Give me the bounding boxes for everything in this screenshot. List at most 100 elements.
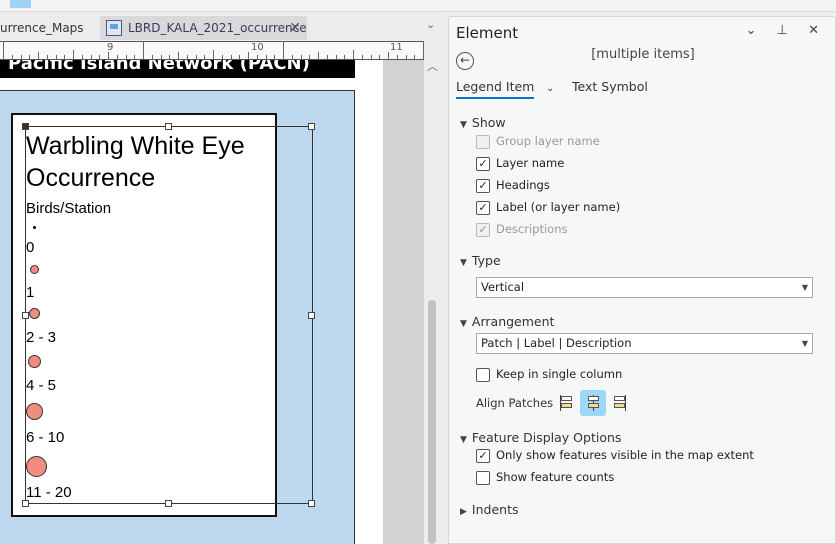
checkbox[interactable] bbox=[476, 368, 490, 382]
section-feature-display-options[interactable]: ▼ Feature Display Options bbox=[460, 430, 621, 445]
chevron-right-icon: ▶ bbox=[460, 507, 467, 517]
checkbox[interactable]: ✓ bbox=[476, 157, 490, 171]
resize-handle[interactable] bbox=[22, 123, 29, 130]
tab-occurrence-maps[interactable]: urrence_Maps bbox=[0, 16, 96, 40]
resize-handle[interactable] bbox=[308, 123, 315, 130]
checkbox-label: Show feature counts bbox=[496, 470, 615, 484]
checkbox-label: Headings bbox=[496, 178, 550, 192]
section-type[interactable]: ▼ Type bbox=[460, 253, 501, 268]
ruler-label: 10 bbox=[251, 42, 264, 53]
ruler-tick bbox=[151, 55, 153, 59]
checkbox-feature-counts[interactable]: Show feature counts bbox=[476, 470, 614, 486]
checkbox-group-layer-name[interactable]: Group layer name bbox=[476, 134, 600, 150]
selection-subtitle: [multiple items] bbox=[591, 47, 695, 62]
chevron-down-icon: ▼ bbox=[460, 435, 467, 445]
ruler-tick bbox=[370, 55, 372, 59]
ruler-tick bbox=[265, 55, 267, 59]
tab-list-chevron-down-icon[interactable]: ⌄ bbox=[426, 18, 435, 31]
chevron-down-icon: ▼ bbox=[801, 339, 808, 348]
scrollbar-thumb[interactable] bbox=[428, 300, 436, 544]
pane-title: Element bbox=[456, 24, 519, 42]
horizontal-ruler: 9 10 11 bbox=[0, 41, 424, 60]
checkbox[interactable] bbox=[476, 135, 490, 149]
ruler-tick bbox=[274, 55, 276, 59]
resize-handle[interactable] bbox=[165, 123, 172, 130]
ruler-tick bbox=[283, 41, 284, 59]
ruler-tick bbox=[134, 55, 136, 59]
ruler-tick bbox=[239, 55, 241, 59]
type-dropdown[interactable]: Vertical ▼ bbox=[476, 277, 813, 298]
back-arrow-icon[interactable]: ← bbox=[456, 52, 474, 70]
section-label: Arrangement bbox=[471, 314, 555, 329]
ruler-tick bbox=[213, 50, 214, 59]
dropdown-value: Patch | Label | Description bbox=[481, 336, 632, 350]
vertical-scrollbar[interactable]: ︿ bbox=[424, 60, 440, 544]
arrangement-dropdown[interactable]: Patch | Label | Description ▼ bbox=[476, 333, 813, 354]
ruler-tick bbox=[326, 55, 328, 59]
ruler-tick bbox=[248, 52, 249, 59]
toolbar-button[interactable] bbox=[10, 0, 31, 8]
checkbox-label: Layer name bbox=[496, 156, 565, 170]
resize-handle[interactable] bbox=[308, 500, 315, 507]
checkbox-label: Label (or layer name) bbox=[496, 200, 621, 214]
section-label: Indents bbox=[471, 502, 519, 517]
section-indents[interactable]: ▶ Indents bbox=[460, 502, 519, 517]
ruler-tick bbox=[116, 55, 118, 59]
checkbox-descriptions[interactable]: ✓ Descriptions bbox=[476, 222, 568, 238]
ruler-tick bbox=[64, 55, 66, 59]
checkbox[interactable]: ✓ bbox=[476, 201, 490, 215]
tab-label: LBRD_KALA_2021_occurrence bbox=[128, 21, 307, 35]
ruler-tick bbox=[125, 55, 127, 59]
ruler-tick bbox=[29, 55, 31, 59]
tab-legend-item[interactable]: Legend Item bbox=[456, 79, 535, 99]
checkbox-label: Only show features visible in the map ex… bbox=[496, 448, 754, 462]
tab-lbrd-kala-layout[interactable]: LBRD_KALA_2021_occurrence ✕ bbox=[100, 16, 307, 40]
ruler-tick bbox=[11, 55, 13, 59]
tab-dropdown-chevron-down-icon[interactable]: ⌄ bbox=[546, 83, 554, 94]
pane-controls[interactable]: ⌄ ⊥ ✕ bbox=[746, 23, 827, 38]
tab-label: urrence_Maps bbox=[0, 21, 84, 35]
ruler-tick bbox=[379, 55, 381, 59]
ruler-tick bbox=[20, 55, 22, 59]
checkbox-layer-name[interactable]: ✓ Layer name bbox=[476, 156, 564, 172]
tab-text-symbol[interactable]: Text Symbol bbox=[572, 79, 648, 94]
checkbox[interactable] bbox=[476, 471, 490, 485]
banner-text: Pacific Island Network (PACN) bbox=[8, 60, 310, 74]
checkbox[interactable]: ✓ bbox=[476, 223, 490, 237]
chevron-down-icon: ▼ bbox=[460, 258, 467, 268]
dropdown-value: Vertical bbox=[481, 280, 525, 294]
checkbox[interactable]: ✓ bbox=[476, 449, 490, 463]
ruler-tick bbox=[3, 41, 4, 59]
section-show[interactable]: ▼ Show bbox=[460, 115, 506, 130]
ruler-tick bbox=[318, 52, 319, 59]
layout-banner[interactable]: Pacific Island Network (PACN) bbox=[0, 60, 355, 78]
ruler-tick bbox=[414, 55, 416, 59]
checkbox[interactable]: ✓ bbox=[476, 179, 490, 193]
ruler-tick bbox=[300, 55, 302, 59]
resize-handle[interactable] bbox=[308, 312, 315, 319]
ruler-tick bbox=[73, 50, 74, 59]
ruler-tick bbox=[388, 52, 389, 59]
section-label: Show bbox=[471, 115, 506, 130]
resize-handle[interactable] bbox=[165, 500, 172, 507]
close-icon[interactable]: ✕ bbox=[289, 16, 301, 40]
ruler-tick bbox=[361, 55, 363, 59]
checkbox-label: Group layer name bbox=[496, 134, 600, 148]
checkbox-headings[interactable]: ✓ Headings bbox=[476, 178, 550, 194]
align-center-icon[interactable] bbox=[580, 390, 606, 416]
resize-handle[interactable] bbox=[22, 312, 29, 319]
checkbox-keep-single-column[interactable]: Keep in single column bbox=[476, 367, 622, 383]
layout-icon bbox=[106, 20, 122, 36]
checkbox-label[interactable]: ✓ Label (or layer name) bbox=[476, 200, 620, 216]
align-left-icon[interactable] bbox=[555, 390, 581, 416]
ruler-tick bbox=[405, 55, 407, 59]
align-right-icon[interactable] bbox=[605, 390, 631, 416]
ruler-tick bbox=[99, 55, 101, 59]
selection-box bbox=[25, 126, 313, 504]
ruler-tick bbox=[204, 55, 206, 59]
section-arrangement[interactable]: ▼ Arrangement bbox=[460, 314, 554, 329]
scroll-up-icon[interactable]: ︿ bbox=[427, 58, 438, 74]
resize-handle[interactable] bbox=[22, 500, 29, 507]
section-label: Type bbox=[471, 253, 501, 268]
checkbox-visible-in-extent[interactable]: ✓ Only show features visible in the map e… bbox=[476, 448, 754, 464]
